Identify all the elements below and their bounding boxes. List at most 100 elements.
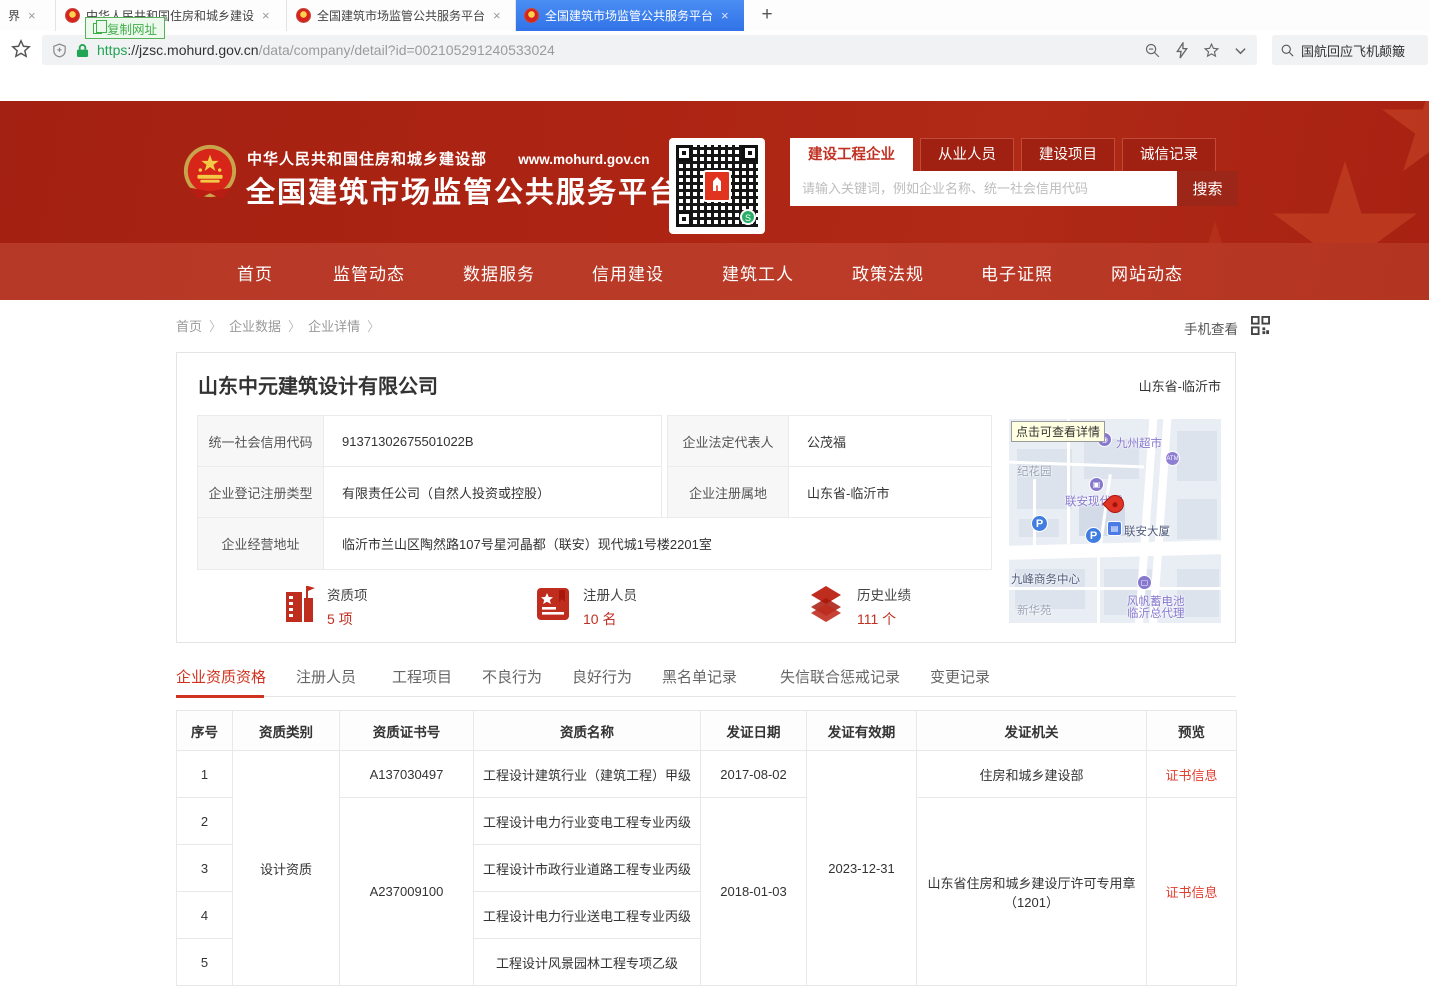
legal-rep-value: 公茂福	[788, 415, 992, 467]
breadcrumb-company-detail[interactable]: 企业详情	[308, 319, 360, 334]
quick-search-text: 国航回应飞机颠簸	[1301, 41, 1405, 60]
nav-item-credit[interactable]: 信用建设	[592, 260, 664, 285]
company-location-map[interactable]: ◉ 九州超市 ATM 纪花园 ▣ 联安现代城 ▤ 联安大厦 P P 九峰商务中心…	[1009, 419, 1221, 623]
nav-item-workers[interactable]: 建筑工人	[722, 260, 794, 285]
col-cert-no: 资质证书号	[340, 711, 474, 751]
credit-code-value: 91371302675501022B	[323, 415, 662, 467]
qr-finder	[676, 211, 692, 227]
parking-icon: P	[1031, 515, 1048, 532]
qr-finder	[742, 145, 758, 161]
close-icon[interactable]: ×	[28, 8, 36, 23]
nav-item-supervision[interactable]: 监管动态	[333, 260, 405, 285]
tab-qualifications[interactable]: 企业资质资格	[176, 666, 266, 687]
stat-label: 注册人员	[583, 584, 637, 604]
nav-item-home[interactable]: 首页	[237, 260, 273, 285]
new-tab-button[interactable]: +	[755, 3, 779, 27]
star-decoration	[1180, 221, 1250, 243]
url-scheme: https	[97, 42, 127, 58]
stat-value[interactable]: 5 项	[327, 609, 368, 629]
search-button[interactable]: 搜索	[1177, 171, 1238, 206]
map-label-business-center: 九峰商务中心	[1011, 571, 1080, 587]
certificate-info-link[interactable]: 证书信息	[1165, 885, 1217, 900]
tab-good-behavior[interactable]: 良好行为	[572, 666, 632, 687]
tab-registered-personnel[interactable]: 注册人员	[296, 666, 356, 687]
cert-name: 工程设计市政行业道路工程专业丙级	[474, 845, 701, 892]
close-icon[interactable]: ×	[721, 8, 729, 23]
browser-tab-active[interactable]: 全国建筑市场监管公共服务平台 ×	[516, 0, 744, 31]
url-path: /data/company/detail?id=0021052912405330…	[259, 42, 555, 58]
stat-qualifications: 资质项 5 项	[281, 584, 368, 629]
tab-projects[interactable]: 工程项目	[392, 666, 452, 687]
search-category-tabs: 建设工程企业 从业人员 建设项目 诚信记录	[790, 138, 1238, 171]
flash-icon[interactable]	[1175, 42, 1189, 59]
nav-item-policy[interactable]: 政策法规	[852, 260, 924, 285]
close-icon[interactable]: ×	[262, 8, 270, 23]
map-label-supermarket: 九州超市	[1116, 435, 1162, 451]
chevron-down-icon[interactable]	[1234, 44, 1247, 57]
favorite-star-icon[interactable]	[1203, 42, 1220, 59]
browser-tab-1[interactable]: 界 ×	[0, 0, 56, 31]
nav-item-site-news[interactable]: 网站动态	[1111, 260, 1183, 285]
certificate-info-link[interactable]: 证书信息	[1165, 768, 1217, 783]
breadcrumb-company-data[interactable]: 企业数据	[229, 319, 281, 334]
stat-value[interactable]: 10 名	[583, 609, 637, 629]
shield-icon[interactable]	[51, 42, 68, 59]
map-label-battery-2: 临沂总代理	[1127, 605, 1185, 621]
tab-title: 界	[8, 7, 20, 24]
copy-url-label: 复制网址	[107, 19, 157, 38]
col-cert-name: 资质名称	[474, 711, 701, 751]
credit-code-label: 统一社会信用代码	[197, 415, 324, 467]
tab-blacklist[interactable]: 黑名单记录	[662, 666, 737, 687]
col-authority: 发证机关	[917, 711, 1147, 751]
col-index: 序号	[177, 711, 233, 751]
url-row: https://jzsc.mohurd.gov.cn/data/company/…	[0, 31, 1429, 69]
address-bar[interactable]: https://jzsc.mohurd.gov.cn/data/company/…	[42, 35, 1257, 65]
stat-value[interactable]: 111 个	[857, 609, 911, 629]
breadcrumb-separator: 〉	[209, 319, 222, 334]
tab-dishonesty[interactable]: 失信联合惩戒记录	[780, 666, 900, 687]
site-title: 全国建筑市场监管公共服务平台	[246, 169, 680, 211]
zoom-out-icon[interactable]	[1144, 42, 1161, 59]
breadcrumb-home[interactable]: 首页	[176, 319, 202, 334]
search-tab-enterprise[interactable]: 建设工程企业	[790, 138, 913, 171]
cert-no: A237009100	[340, 798, 474, 986]
col-preview: 预览	[1147, 711, 1237, 751]
address-value: 临沂市兰山区陶然路107号星河晶都（联安）现代城1号楼2201室	[323, 517, 992, 570]
tab-bad-behavior[interactable]: 不良行为	[482, 666, 542, 687]
mobile-view-label[interactable]: 手机查看	[1184, 318, 1238, 338]
tab-change-records[interactable]: 变更记录	[930, 666, 990, 687]
cert-name: 工程设计电力行业送电工程专业丙级	[474, 892, 701, 939]
row-index: 2	[177, 798, 233, 845]
browser-tab-3[interactable]: 全国建筑市场监管公共服务平台 ×	[288, 0, 516, 31]
search-input-row: 搜索	[790, 171, 1238, 206]
search-input[interactable]	[790, 171, 1177, 206]
layers-icon	[807, 584, 845, 622]
col-category: 资质类别	[233, 711, 340, 751]
search-tab-credit[interactable]: 诚信记录	[1122, 138, 1216, 171]
nav-item-e-license[interactable]: 电子证照	[981, 260, 1053, 285]
stat-registered-personnel: 注册人员 10 名	[535, 584, 637, 629]
company-region: 山东省-临沂市	[1139, 376, 1221, 395]
stat-label: 资质项	[327, 584, 368, 604]
copy-icon	[93, 23, 102, 34]
close-icon[interactable]: ×	[493, 8, 501, 23]
quick-search-box[interactable]: 国航回应飞机颠簸	[1272, 35, 1428, 65]
emblem-favicon-icon	[296, 8, 311, 23]
nav-item-data-service[interactable]: 数据服务	[463, 260, 535, 285]
header-qr-card: S	[669, 138, 765, 234]
copy-url-tooltip: 复制网址	[85, 17, 165, 39]
search-icon	[1280, 43, 1295, 58]
bookmark-star-icon[interactable]	[10, 38, 32, 60]
lock-icon[interactable]	[76, 43, 89, 58]
breadcrumb: 首页〉企业数据〉企业详情〉	[176, 316, 387, 335]
search-tab-project[interactable]: 建设项目	[1021, 138, 1115, 171]
row-index: 4	[177, 892, 233, 939]
map-label-xinhuayuan: 新华苑	[1017, 602, 1052, 618]
stat-label: 历史业绩	[857, 584, 911, 604]
tab-title: 全国建筑市场监管公共服务平台	[545, 7, 713, 24]
mobile-qr-icon[interactable]	[1251, 316, 1270, 335]
reg-type-value: 有限责任公司（自然人投资或控股）	[323, 466, 662, 518]
ministry-url: www.mohurd.gov.cn	[518, 152, 649, 167]
search-tab-personnel[interactable]: 从业人员	[920, 138, 1014, 171]
header-search-area: 建设工程企业 从业人员 建设项目 诚信记录 搜索	[790, 138, 1238, 206]
